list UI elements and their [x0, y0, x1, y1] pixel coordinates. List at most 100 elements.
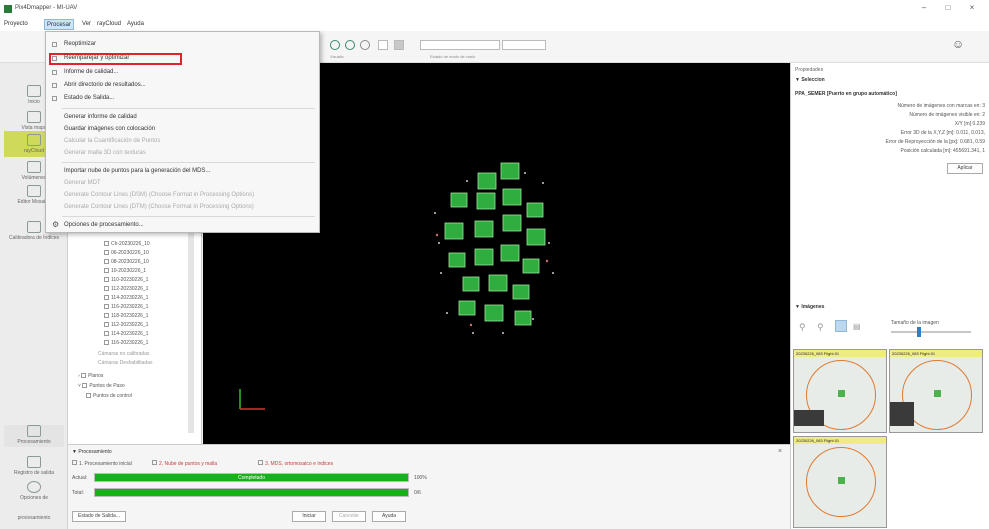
- tree-row[interactable]: 08-20230226_10: [104, 259, 149, 265]
- grid-icon[interactable]: [378, 40, 388, 50]
- tree-row[interactable]: 112-20230226_1: [104, 286, 148, 292]
- tree-row[interactable]: › Planos: [78, 373, 103, 379]
- selection-section[interactable]: ▼ Seleccion: [795, 77, 825, 83]
- menu-item-calcular[interactable]: Calcular la Cuantificación de Puntos: [64, 138, 160, 144]
- marker-dot: [838, 390, 845, 397]
- view-icon[interactable]: [330, 40, 340, 50]
- menu-item-generar-mdt[interactable]: Generar MDT: [64, 180, 101, 186]
- checkbox[interactable]: [104, 259, 109, 265]
- checkbox[interactable]: [104, 322, 109, 328]
- step-check[interactable]: 2. Nube de puntos y malla: [152, 460, 217, 467]
- tree-row[interactable]: Cámaras no calibradas: [98, 351, 149, 357]
- tree-row[interactable]: 114-20230226_1: [104, 295, 148, 301]
- layer-icon[interactable]: [394, 40, 404, 50]
- tree-row[interactable]: 110-20230226_1: [104, 277, 148, 283]
- menu-item-informe-calidad[interactable]: Informe de calidad...: [64, 69, 118, 75]
- checkbox[interactable]: [104, 295, 109, 301]
- tree-scrollbar[interactable]: [188, 233, 194, 433]
- tree-row[interactable]: 10-20230226_1: [104, 268, 146, 274]
- menu-item-contour-dtm[interactable]: Generate Contour Lines (DTM) (Choose For…: [64, 204, 254, 210]
- home-icon: [27, 85, 41, 97]
- checkbox[interactable]: [104, 250, 109, 256]
- tree-row[interactable]: 118-20230226_1: [104, 313, 148, 319]
- apply-button[interactable]: Aplicar: [947, 163, 983, 174]
- output-status-button[interactable]: Estado de Salida...: [72, 511, 126, 522]
- menu-item-abrir-directorio[interactable]: Abrir directorio de resultados...: [64, 82, 146, 88]
- title-bar: Pix4Dmapper - MI-UAV – □ ×: [0, 0, 989, 18]
- tree-row[interactable]: Puntos de control: [86, 393, 132, 399]
- camera-marker: [474, 248, 494, 266]
- help-button[interactable]: Ayuda: [372, 511, 406, 522]
- tree-row[interactable]: Ch-20230226_10: [104, 241, 150, 247]
- nav-opciones[interactable]: Opciones de: [4, 481, 64, 501]
- menu-ver[interactable]: Ver: [82, 21, 91, 27]
- menu-item-estado-salida[interactable]: Estado de Salida...: [64, 95, 114, 101]
- checkbox[interactable]: [81, 373, 87, 379]
- tree-row[interactable]: 112-20230226_1: [104, 322, 148, 328]
- step-check[interactable]: 3. MDS, ortomosaico e índices: [258, 460, 333, 467]
- checkbox[interactable]: [52, 83, 57, 88]
- image-thumbnail[interactable]: 20230226_083 Flight.01: [793, 436, 887, 528]
- globe-icon[interactable]: [345, 40, 355, 50]
- list-view-icon[interactable]: ▤: [853, 322, 861, 331]
- checkbox[interactable]: [52, 56, 57, 61]
- checkbox[interactable]: [104, 313, 109, 319]
- step-check[interactable]: 1. Procesamiento inicial: [72, 460, 132, 467]
- menu-proyecto[interactable]: Proyecto: [4, 21, 28, 27]
- menu-procesar[interactable]: Procesar: [44, 19, 75, 30]
- checkbox[interactable]: [104, 268, 109, 274]
- size-slider[interactable]: [891, 327, 971, 337]
- search-input[interactable]: [420, 40, 500, 50]
- tree-row[interactable]: 06-20230226_10: [104, 250, 149, 256]
- tree-row[interactable]: ˅ Puntos de Paso: [78, 383, 125, 389]
- checkbox[interactable]: [104, 277, 109, 283]
- checkbox[interactable]: [104, 340, 109, 346]
- menu-item-contour-dsm[interactable]: Generate Contour Lines (DSM) (Choose For…: [64, 192, 254, 198]
- user-icon[interactable]: ☺: [952, 37, 964, 51]
- current-progress-bar: Completado: [94, 473, 409, 482]
- menu-item-reoptimizar[interactable]: Reoptimizar: [64, 41, 96, 47]
- checkbox[interactable]: [52, 96, 57, 101]
- nav-registro-salida[interactable]: Registro de salida: [4, 456, 64, 476]
- measure-icon[interactable]: [360, 40, 370, 50]
- image-thumbnail[interactable]: 20230226_083 Flight.01: [889, 349, 983, 433]
- menu-item-reemparejar[interactable]: Reemparejar y optimizar: [64, 55, 129, 61]
- maximize-button[interactable]: □: [937, 3, 959, 15]
- step-label: 2. Nube de puntos y malla: [159, 461, 218, 467]
- menu-item-generar-malla[interactable]: Generar malla 3D con texturas: [64, 150, 146, 156]
- tree-row[interactable]: 116-20230226_1: [104, 304, 148, 310]
- bar-label: Total:: [72, 490, 84, 496]
- checkbox[interactable]: [52, 70, 57, 75]
- checkbox[interactable]: [52, 42, 57, 47]
- start-button[interactable]: Iniciar: [292, 511, 326, 522]
- close-button[interactable]: ×: [961, 3, 983, 15]
- tree-row[interactable]: Cámaras Deshabilitadas: [98, 360, 152, 366]
- checkbox[interactable]: [82, 383, 88, 389]
- checkbox[interactable]: [86, 393, 91, 399]
- images-section[interactable]: ▼ Imágenes: [795, 304, 824, 310]
- menu-item-guardar-imagenes[interactable]: Guardar imágenes con colocación: [64, 126, 155, 132]
- menu-item-generar-informe[interactable]: Generar informe de calidad: [64, 114, 137, 120]
- cancel-button[interactable]: Cancelar: [332, 511, 366, 522]
- menu-item-opciones[interactable]: Opciones de procesamiento...: [64, 222, 144, 228]
- processing-section[interactable]: ▼ Procesamiento: [72, 449, 112, 455]
- menu-ayuda[interactable]: Ayuda: [127, 21, 144, 27]
- thumbnail-caption: 20230226_083 Flight.01: [890, 350, 982, 357]
- menu-raycloud[interactable]: rayCloud: [97, 21, 121, 27]
- sort-icon[interactable]: ⚲: [817, 322, 824, 333]
- filter-icon[interactable]: ⚲: [799, 322, 806, 333]
- checkbox[interactable]: [104, 331, 109, 337]
- zoom-select[interactable]: [502, 40, 546, 50]
- checkbox[interactable]: [104, 286, 109, 292]
- menu-item-importar-nube[interactable]: Importar nube de puntos para la generaci…: [64, 168, 210, 174]
- checkbox[interactable]: [104, 241, 109, 247]
- tree-row[interactable]: 116-20230226_1: [104, 340, 148, 346]
- nav-procesamiento[interactable]: Procesamiento: [4, 425, 64, 447]
- tree-row[interactable]: 114-20230226_1: [104, 331, 148, 337]
- grid-view-icon[interactable]: [835, 320, 847, 332]
- slider-thumb[interactable]: [917, 327, 921, 337]
- close-icon[interactable]: ×: [778, 448, 782, 455]
- image-thumbnail[interactable]: 20230226_083 Flight.01: [793, 349, 887, 433]
- checkbox[interactable]: [104, 304, 109, 310]
- minimize-button[interactable]: –: [913, 3, 935, 15]
